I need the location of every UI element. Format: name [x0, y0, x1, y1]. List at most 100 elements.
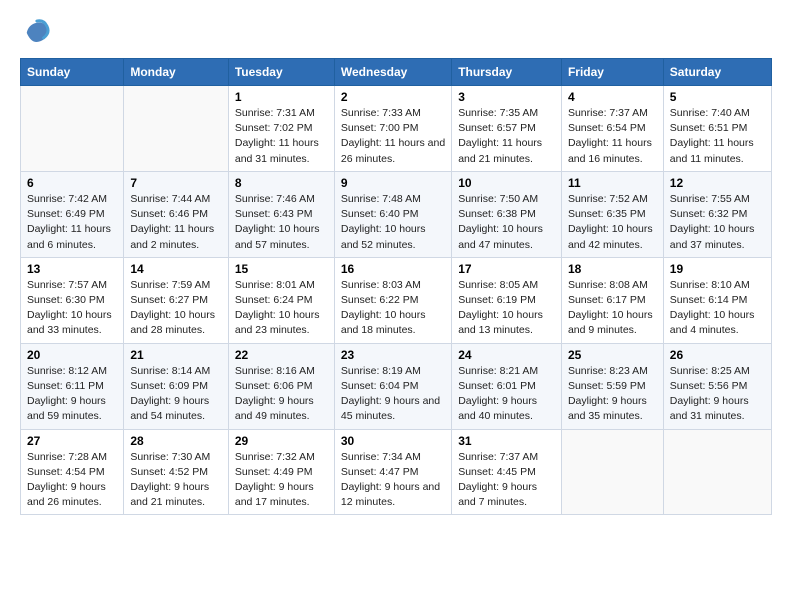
day-number: 25 [568, 348, 657, 362]
day-cell: 7 Sunrise: 7:44 AMSunset: 6:46 PMDaylight… [124, 171, 229, 257]
day-cell [21, 86, 124, 172]
day-info: Sunrise: 7:46 AMSunset: 6:43 PMDaylight:… [235, 192, 328, 253]
page: SundayMondayTuesdayWednesdayThursdayFrid… [0, 0, 792, 531]
col-header-wednesday: Wednesday [334, 59, 451, 86]
day-cell: 5 Sunrise: 7:40 AMSunset: 6:51 PMDaylight… [663, 86, 771, 172]
day-info: Sunrise: 8:16 AMSunset: 6:06 PMDaylight:… [235, 364, 328, 425]
day-cell: 31Sunrise: 7:37 AMSunset: 4:45 PMDayligh… [452, 429, 562, 515]
day-number: 12 [670, 176, 765, 190]
col-header-tuesday: Tuesday [228, 59, 334, 86]
day-number: 21 [130, 348, 222, 362]
day-cell: 1 Sunrise: 7:31 AMSunset: 7:02 PMDaylight… [228, 86, 334, 172]
day-number: 7 [130, 176, 222, 190]
day-cell: 10 Sunrise: 7:50 AMSunset: 6:38 PMDayligh… [452, 171, 562, 257]
header-row: SundayMondayTuesdayWednesdayThursdayFrid… [21, 59, 772, 86]
day-number: 11 [568, 176, 657, 190]
day-number: 16 [341, 262, 445, 276]
day-info: Sunrise: 7:34 AMSunset: 4:47 PMDaylight:… [341, 450, 445, 511]
day-cell: 11 Sunrise: 7:52 AMSunset: 6:35 PMDayligh… [561, 171, 663, 257]
day-number: 23 [341, 348, 445, 362]
logo [20, 16, 56, 48]
calendar-table: SundayMondayTuesdayWednesdayThursdayFrid… [20, 58, 772, 515]
day-info: Sunrise: 8:05 AMSunset: 6:19 PMDaylight:… [458, 278, 555, 339]
day-info: Sunrise: 8:12 AMSunset: 6:11 PMDaylight:… [27, 364, 117, 425]
day-info: Sunrise: 7:32 AMSunset: 4:49 PMDaylight:… [235, 450, 328, 511]
day-cell: 2 Sunrise: 7:33 AMSunset: 7:00 PMDaylight… [334, 86, 451, 172]
day-cell: 26 Sunrise: 8:25 AMSunset: 5:56 PMDayligh… [663, 343, 771, 429]
day-cell: 9 Sunrise: 7:48 AMSunset: 6:40 PMDaylight… [334, 171, 451, 257]
day-number: 4 [568, 90, 657, 104]
day-cell: 27Sunrise: 7:28 AMSunset: 4:54 PMDayligh… [21, 429, 124, 515]
day-cell: 18 Sunrise: 8:08 AMSunset: 6:17 PMDayligh… [561, 257, 663, 343]
day-cell: 28Sunrise: 7:30 AMSunset: 4:52 PMDayligh… [124, 429, 229, 515]
col-header-thursday: Thursday [452, 59, 562, 86]
day-cell [663, 429, 771, 515]
day-cell: 19 Sunrise: 8:10 AMSunset: 6:14 PMDayligh… [663, 257, 771, 343]
day-info: Sunrise: 7:40 AMSunset: 6:51 PMDaylight:… [670, 106, 765, 167]
day-info: Sunrise: 8:10 AMSunset: 6:14 PMDaylight:… [670, 278, 765, 339]
day-number: 2 [341, 90, 445, 104]
day-info: Sunrise: 7:37 AMSunset: 6:54 PMDaylight:… [568, 106, 657, 167]
day-cell: 21Sunrise: 8:14 AMSunset: 6:09 PMDayligh… [124, 343, 229, 429]
day-info: Sunrise: 7:31 AMSunset: 7:02 PMDaylight:… [235, 106, 328, 167]
day-info: Sunrise: 7:59 AMSunset: 6:27 PMDaylight:… [130, 278, 222, 339]
day-number: 1 [235, 90, 328, 104]
day-cell: 22Sunrise: 8:16 AMSunset: 6:06 PMDayligh… [228, 343, 334, 429]
day-number: 30 [341, 434, 445, 448]
day-cell: 14 Sunrise: 7:59 AMSunset: 6:27 PMDayligh… [124, 257, 229, 343]
day-number: 29 [235, 434, 328, 448]
day-info: Sunrise: 8:19 AMSunset: 6:04 PMDaylight:… [341, 364, 445, 425]
day-cell: 13Sunrise: 7:57 AMSunset: 6:30 PMDayligh… [21, 257, 124, 343]
day-number: 8 [235, 176, 328, 190]
day-number: 28 [130, 434, 222, 448]
day-number: 5 [670, 90, 765, 104]
day-info: Sunrise: 7:42 AMSunset: 6:49 PMDaylight:… [27, 192, 117, 253]
day-cell: 30 Sunrise: 7:34 AMSunset: 4:47 PMDayligh… [334, 429, 451, 515]
day-info: Sunrise: 8:03 AMSunset: 6:22 PMDaylight:… [341, 278, 445, 339]
day-cell: 24Sunrise: 8:21 AMSunset: 6:01 PMDayligh… [452, 343, 562, 429]
day-cell [561, 429, 663, 515]
logo-icon [20, 16, 52, 48]
day-cell: 4 Sunrise: 7:37 AMSunset: 6:54 PMDaylight… [561, 86, 663, 172]
day-info: Sunrise: 8:08 AMSunset: 6:17 PMDaylight:… [568, 278, 657, 339]
day-cell: 6 Sunrise: 7:42 AMSunset: 6:49 PMDaylight… [21, 171, 124, 257]
day-info: Sunrise: 7:52 AMSunset: 6:35 PMDaylight:… [568, 192, 657, 253]
day-info: Sunrise: 8:01 AMSunset: 6:24 PMDaylight:… [235, 278, 328, 339]
day-info: Sunrise: 8:21 AMSunset: 6:01 PMDaylight:… [458, 364, 555, 425]
day-info: Sunrise: 7:44 AMSunset: 6:46 PMDaylight:… [130, 192, 222, 253]
col-header-friday: Friday [561, 59, 663, 86]
week-row-3: 13Sunrise: 7:57 AMSunset: 6:30 PMDayligh… [21, 257, 772, 343]
col-header-sunday: Sunday [21, 59, 124, 86]
col-header-saturday: Saturday [663, 59, 771, 86]
day-cell: 29 Sunrise: 7:32 AMSunset: 4:49 PMDayligh… [228, 429, 334, 515]
day-number: 27 [27, 434, 117, 448]
day-number: 18 [568, 262, 657, 276]
day-cell: 25 Sunrise: 8:23 AMSunset: 5:59 PMDayligh… [561, 343, 663, 429]
header [20, 16, 772, 48]
day-number: 17 [458, 262, 555, 276]
day-number: 26 [670, 348, 765, 362]
day-cell: 8 Sunrise: 7:46 AMSunset: 6:43 PMDaylight… [228, 171, 334, 257]
day-number: 9 [341, 176, 445, 190]
day-cell: 15 Sunrise: 8:01 AMSunset: 6:24 PMDayligh… [228, 257, 334, 343]
day-number: 19 [670, 262, 765, 276]
day-number: 6 [27, 176, 117, 190]
week-row-1: 1 Sunrise: 7:31 AMSunset: 7:02 PMDaylight… [21, 86, 772, 172]
day-cell [124, 86, 229, 172]
day-info: Sunrise: 7:50 AMSunset: 6:38 PMDaylight:… [458, 192, 555, 253]
day-info: Sunrise: 7:33 AMSunset: 7:00 PMDaylight:… [341, 106, 445, 167]
day-number: 15 [235, 262, 328, 276]
day-info: Sunrise: 8:25 AMSunset: 5:56 PMDaylight:… [670, 364, 765, 425]
day-number: 3 [458, 90, 555, 104]
day-cell: 12 Sunrise: 7:55 AMSunset: 6:32 PMDayligh… [663, 171, 771, 257]
day-number: 14 [130, 262, 222, 276]
day-info: Sunrise: 7:35 AMSunset: 6:57 PMDaylight:… [458, 106, 555, 167]
day-info: Sunrise: 7:48 AMSunset: 6:40 PMDaylight:… [341, 192, 445, 253]
day-number: 20 [27, 348, 117, 362]
day-number: 10 [458, 176, 555, 190]
day-info: Sunrise: 7:55 AMSunset: 6:32 PMDaylight:… [670, 192, 765, 253]
day-info: Sunrise: 7:57 AMSunset: 6:30 PMDaylight:… [27, 278, 117, 339]
week-row-4: 20 Sunrise: 8:12 AMSunset: 6:11 PMDayligh… [21, 343, 772, 429]
week-row-5: 27Sunrise: 7:28 AMSunset: 4:54 PMDayligh… [21, 429, 772, 515]
day-info: Sunrise: 8:23 AMSunset: 5:59 PMDaylight:… [568, 364, 657, 425]
